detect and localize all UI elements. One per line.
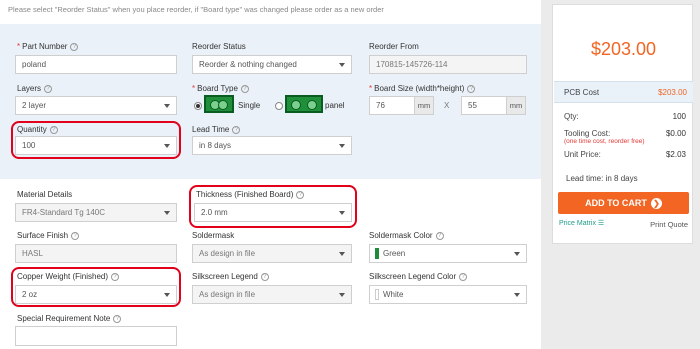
list-icon: ☰ bbox=[597, 220, 605, 227]
white-swatch bbox=[375, 289, 379, 300]
silkscreen-color-label: Silkscreen Legend Color? bbox=[369, 272, 468, 281]
chevron-down-icon bbox=[339, 144, 345, 148]
price-matrix-link[interactable]: Price Matrix ☰ bbox=[559, 219, 604, 227]
soldermask-select[interactable]: As design in file bbox=[192, 244, 352, 263]
info-icon: ? bbox=[113, 314, 122, 323]
order-form: Please select "Reorder Status" when you … bbox=[0, 0, 541, 349]
thickness-highlight bbox=[189, 185, 357, 228]
lead-time-select[interactable]: in 8 days bbox=[192, 136, 352, 155]
chevron-down-icon bbox=[339, 293, 345, 297]
part-number-label: * Part Number? bbox=[17, 42, 79, 51]
height-unit: mm bbox=[506, 96, 526, 115]
reorder-notice: Please select "Reorder Status" when you … bbox=[8, 5, 384, 14]
layers-select[interactable]: 2 layer bbox=[15, 96, 177, 115]
lead-time-label: Lead Time? bbox=[192, 125, 241, 134]
single-board-icon bbox=[204, 95, 234, 113]
layers-label: Layers? bbox=[17, 84, 53, 93]
reorder-status-label: Reorder Status bbox=[192, 42, 246, 51]
info-icon: ? bbox=[467, 84, 476, 93]
add-to-cart-button[interactable]: ADD TO CART ❯ bbox=[558, 192, 689, 214]
copper-weight-highlight bbox=[11, 267, 181, 307]
pcb-cost-label: PCB Cost bbox=[564, 88, 600, 97]
panel-board-icon bbox=[285, 95, 323, 113]
chevron-down-icon bbox=[339, 63, 345, 67]
soldermask-color-select[interactable]: Green bbox=[369, 244, 527, 263]
board-width-input[interactable]: 76 bbox=[369, 96, 415, 115]
special-note-label: Special Requirement Note? bbox=[17, 314, 122, 323]
surface-finish-label: Surface Finish? bbox=[17, 231, 80, 240]
print-quote-link[interactable]: Print Quote bbox=[650, 220, 688, 229]
chevron-down-icon bbox=[164, 104, 170, 108]
material-select[interactable]: FR4-Standard Tg 140C bbox=[15, 203, 177, 222]
board-type-panel-radio[interactable] bbox=[275, 102, 283, 110]
unit-price-value: $2.03 bbox=[665, 150, 686, 159]
chevron-down-icon bbox=[339, 252, 345, 256]
surface-finish-input[interactable]: HASL bbox=[15, 244, 177, 263]
soldermask-label: Soldermask bbox=[192, 231, 235, 240]
silkscreen-color-select[interactable]: White bbox=[369, 285, 527, 304]
soldermask-color-label: Soldermask Color? bbox=[369, 231, 444, 240]
info-icon: ? bbox=[240, 84, 249, 93]
board-type-label: * Board Type? bbox=[192, 84, 249, 93]
info-icon: ? bbox=[435, 231, 444, 240]
size-separator: X bbox=[444, 101, 450, 110]
lead-time-summary: Lead time: in 8 days bbox=[566, 174, 638, 183]
board-type-single-label: Single bbox=[238, 101, 261, 110]
board-type-single-radio[interactable] bbox=[194, 102, 202, 110]
unit-price-label: Unit Price: bbox=[564, 150, 601, 159]
pcb-cost-value: $203.00 bbox=[658, 88, 687, 97]
qty-label: Qty: bbox=[564, 112, 579, 121]
pcb-cost-row: PCB Cost $203.00 bbox=[554, 81, 693, 103]
quantity-highlight bbox=[11, 121, 181, 159]
tooling-value: $0.00 bbox=[665, 129, 686, 138]
tooling-label: Tooling Cost: bbox=[564, 129, 611, 138]
info-icon: ? bbox=[232, 125, 241, 134]
qty-value: 100 bbox=[672, 112, 686, 121]
chevron-down-icon bbox=[514, 293, 520, 297]
arrow-right-icon: ❯ bbox=[650, 198, 662, 210]
chevron-down-icon bbox=[514, 252, 520, 256]
info-icon: ? bbox=[260, 272, 269, 281]
width-unit: mm bbox=[414, 96, 434, 115]
part-number-input[interactable]: poland bbox=[15, 55, 177, 74]
green-swatch bbox=[375, 248, 379, 259]
silkscreen-legend-select[interactable]: As design in file bbox=[192, 285, 352, 304]
chevron-down-icon bbox=[164, 211, 170, 215]
info-icon: ? bbox=[459, 272, 468, 281]
material-label: Material Details bbox=[17, 190, 73, 199]
board-height-input[interactable]: 55 bbox=[461, 96, 507, 115]
info-icon: ? bbox=[44, 84, 53, 93]
tooling-note: (one time cost, reorder free) bbox=[564, 138, 645, 145]
order-summary-panel: $203.00 PCB Cost $203.00 Qty: 100 Toolin… bbox=[552, 4, 693, 244]
special-note-input[interactable] bbox=[15, 326, 177, 346]
reorder-from-label: Reorder From bbox=[369, 42, 419, 51]
reorder-from-input[interactable]: 170815-145726-114 bbox=[369, 55, 527, 74]
board-type-panel-label: panel bbox=[325, 101, 345, 110]
total-price: $203.00 bbox=[590, 39, 657, 59]
silkscreen-legend-label: Silkscreen Legend? bbox=[192, 272, 269, 281]
board-size-label: * Board Size (width*height)? bbox=[369, 84, 476, 93]
info-icon: ? bbox=[71, 231, 80, 240]
reorder-status-select[interactable]: Reorder & nothing changed bbox=[192, 55, 352, 74]
info-icon: ? bbox=[70, 42, 79, 51]
